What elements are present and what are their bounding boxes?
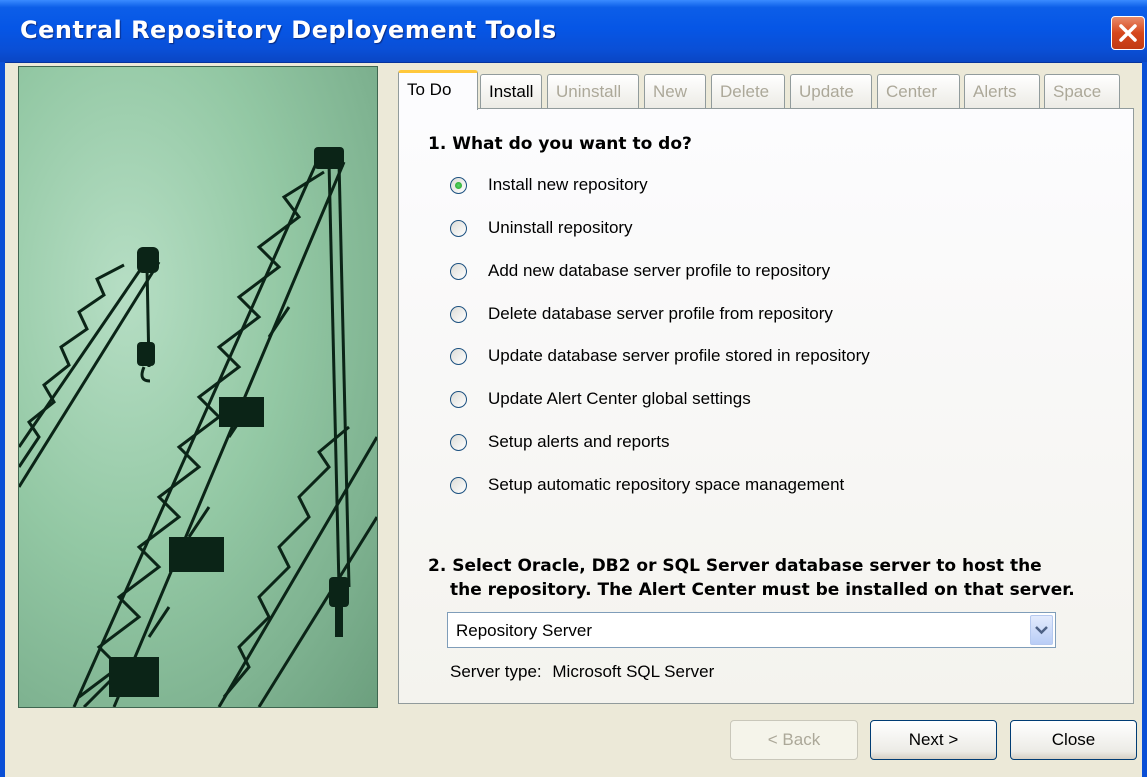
- radio-button[interactable]: [450, 219, 467, 237]
- option-label: Update Alert Center global settings: [488, 389, 751, 408]
- option-delete-server-profile[interactable]: Delete database server profile from repo…: [450, 301, 833, 327]
- option-uninstall-repository[interactable]: Uninstall repository: [450, 215, 633, 241]
- radio-button[interactable]: [450, 262, 467, 280]
- server-select[interactable]: Repository Server: [447, 612, 1056, 648]
- section1-heading: 1. What do you want to do?: [428, 134, 692, 154]
- tab-uninstall[interactable]: Uninstall: [547, 74, 639, 108]
- title-bar[interactable]: Central Repository Deployement Tools: [0, 0, 1147, 63]
- tab-space[interactable]: Space: [1044, 74, 1120, 108]
- section2-heading-line2: the repository. The Alert Center must be…: [450, 580, 1075, 600]
- option-update-alert-center[interactable]: Update Alert Center global settings: [450, 386, 751, 412]
- option-update-server-profile[interactable]: Update database server profile stored in…: [450, 343, 870, 369]
- option-label: Install new repository: [488, 175, 648, 194]
- server-type-value: Microsoft SQL Server: [552, 662, 715, 681]
- dropdown-button[interactable]: [1030, 615, 1053, 645]
- server-type-label: Server type:: [450, 662, 542, 681]
- radio-button[interactable]: [450, 433, 467, 451]
- option-install-new-repository[interactable]: Install new repository: [450, 172, 648, 198]
- radio-button[interactable]: [450, 176, 467, 194]
- tab-delete[interactable]: Delete: [711, 74, 785, 108]
- window-frame-right: [1142, 62, 1147, 777]
- radio-button[interactable]: [450, 390, 467, 408]
- tab-label: Center: [886, 82, 938, 101]
- back-button[interactable]: < Back: [730, 720, 858, 760]
- tab-to-do[interactable]: To Do: [398, 70, 478, 110]
- tab-label: Space: [1053, 82, 1102, 101]
- tab-alerts[interactable]: Alerts: [964, 74, 1040, 108]
- option-label: Add new database server profile to repos…: [488, 261, 831, 280]
- window-title: Central Repository Deployement Tools: [20, 16, 557, 44]
- option-label: Setup alerts and reports: [488, 432, 670, 451]
- option-label: Delete database server profile from repo…: [488, 304, 833, 323]
- radio-button[interactable]: [450, 476, 467, 494]
- tab-label: Alerts: [973, 82, 1017, 101]
- radio-button[interactable]: [450, 347, 467, 365]
- tab-update[interactable]: Update: [790, 74, 872, 108]
- chevron-down-icon: [1035, 626, 1048, 635]
- option-label: Update database server profile stored in…: [488, 346, 870, 365]
- construction-cranes-image: [18, 66, 378, 708]
- tab-center[interactable]: Center: [877, 74, 960, 108]
- tab-label: Delete: [720, 82, 770, 101]
- next-button[interactable]: Next >: [870, 720, 997, 760]
- section2-heading-line1: 2. Select Oracle, DB2 or SQL Server data…: [428, 556, 1042, 576]
- option-label: Uninstall repository: [488, 218, 633, 237]
- close-button[interactable]: Close: [1010, 720, 1137, 760]
- option-add-server-profile[interactable]: Add new database server profile to repos…: [450, 258, 830, 284]
- option-space-management[interactable]: Setup automatic repository space managem…: [450, 472, 844, 498]
- crane-illustration: [19, 147, 377, 707]
- tab-label: New: [653, 82, 688, 101]
- window-frame-left: [0, 62, 5, 777]
- tab-label: To Do: [407, 80, 452, 99]
- option-setup-alerts-reports[interactable]: Setup alerts and reports: [450, 429, 669, 455]
- tab-install[interactable]: Install: [480, 74, 542, 108]
- server-type-line: Server type: Microsoft SQL Server: [450, 662, 714, 682]
- option-label: Setup automatic repository space managem…: [488, 475, 845, 494]
- window-close-button[interactable]: [1111, 16, 1145, 50]
- tab-new[interactable]: New: [644, 74, 706, 108]
- tab-label: Uninstall: [556, 82, 622, 101]
- dialog-window: Central Repository Deployement Tools To …: [0, 0, 1147, 777]
- tab-label: Install: [489, 82, 534, 101]
- tab-label: Update: [799, 82, 854, 101]
- server-select-value: Repository Server: [456, 621, 593, 640]
- radio-button[interactable]: [450, 305, 467, 323]
- close-x-icon: [1119, 24, 1137, 42]
